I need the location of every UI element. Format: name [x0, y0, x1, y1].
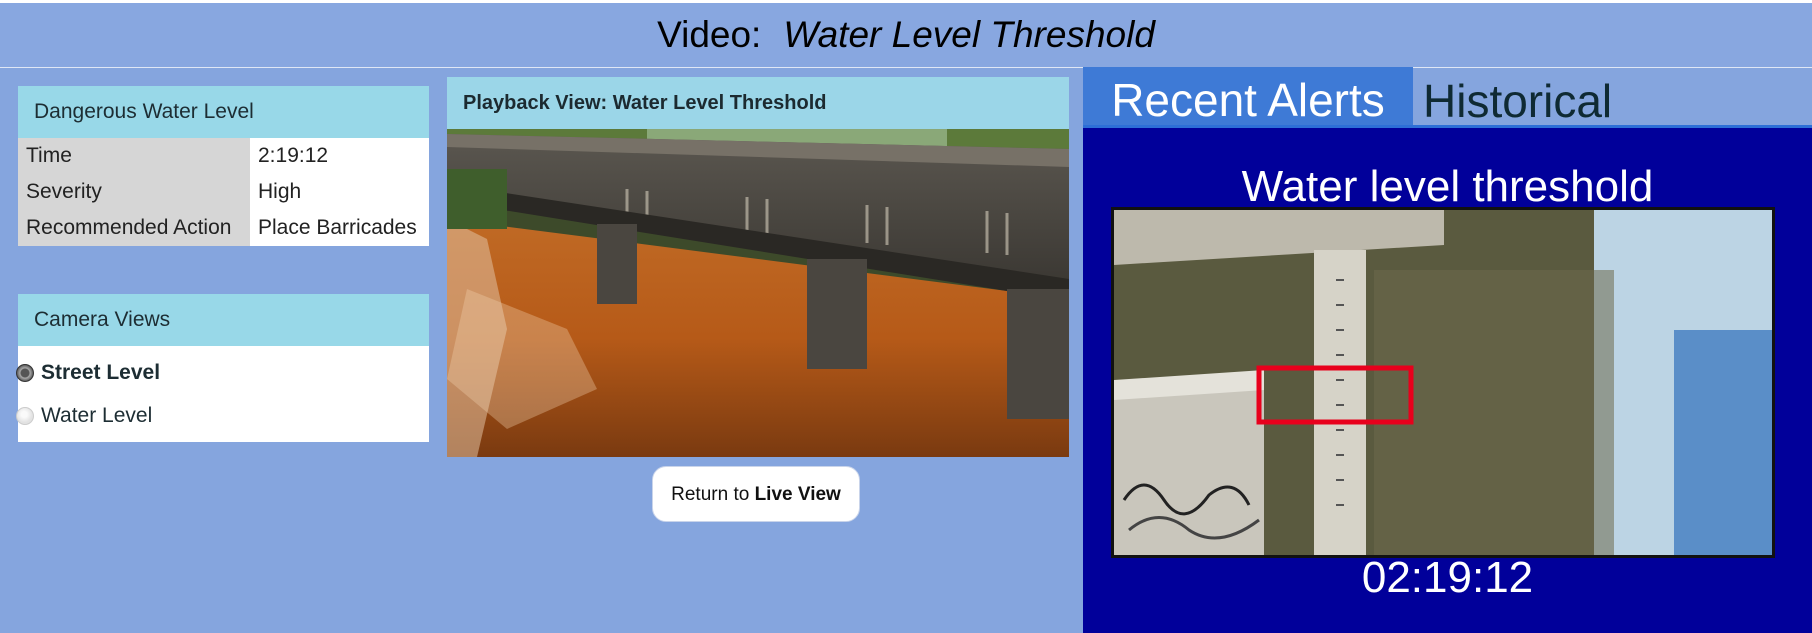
table-row: Time 2:19:12: [18, 138, 429, 174]
alert-details-heading: Dangerous Water Level: [18, 86, 429, 138]
row-value: Place Barricades: [250, 210, 429, 246]
return-live-view-button[interactable]: Return to Live View: [652, 466, 860, 522]
playback-heading: Playback View: Water Level Threshold: [447, 77, 1069, 129]
radio-label: Street Level: [41, 361, 161, 384]
radio-water-level[interactable]: Water Level: [16, 401, 152, 431]
radio-label: Water Level: [41, 404, 153, 427]
table-row: Severity High: [18, 174, 429, 210]
row-value: 2:19:12: [250, 138, 429, 174]
recent-alerts-pane: Water level threshold 02:19:12: [1083, 125, 1812, 633]
water-gauge-image: [1114, 210, 1772, 555]
row-label: Recommended Action: [18, 210, 250, 246]
row-label: Time: [18, 138, 250, 174]
alert-details-table: Time 2:19:12 Severity High Recommended A…: [18, 138, 429, 246]
title-name: Water Level Threshold: [783, 14, 1155, 55]
radio-selected-icon[interactable]: [16, 364, 34, 382]
bridge-river-image: [447, 129, 1069, 457]
radio-street-level[interactable]: Street Level: [16, 358, 160, 388]
title-prefix: Video:: [657, 14, 762, 55]
playback-video[interactable]: [447, 129, 1069, 457]
alert-snapshot[interactable]: [1111, 207, 1775, 558]
alert-tabs: Recent Alerts Historical: [1083, 67, 1812, 130]
alert-details-panel: Dangerous Water Level Time 2:19:12 Sever…: [18, 86, 429, 246]
tab-recent-alerts[interactable]: Recent Alerts: [1083, 67, 1413, 130]
radio-unselected-icon[interactable]: [16, 407, 34, 425]
button-emphasis: Live View: [754, 484, 841, 505]
playback-panel: Playback View: Water Level Threshold: [447, 77, 1069, 457]
alert-title: Water level threshold: [1241, 162, 1654, 211]
table-row: Recommended Action Place Barricades: [18, 210, 429, 246]
camera-views-heading: Camera Views: [18, 294, 429, 346]
button-prefix: Return to: [671, 484, 750, 505]
alert-timestamp: 02:19:12: [1361, 553, 1534, 602]
row-label: Severity: [18, 174, 250, 210]
page-title: Video: Water Level Threshold: [0, 3, 1812, 68]
row-value: High: [250, 174, 429, 210]
tab-historical[interactable]: Historical: [1423, 67, 1612, 130]
